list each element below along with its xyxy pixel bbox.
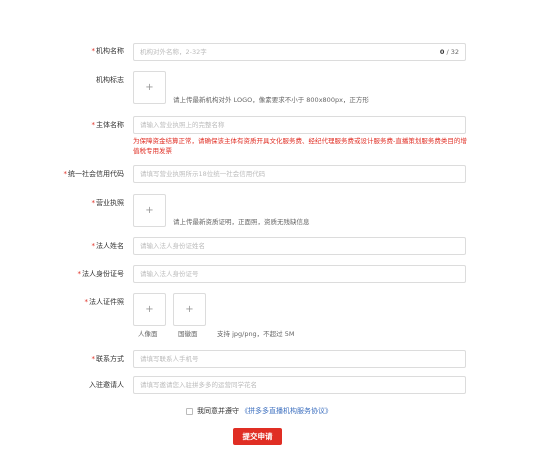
entity-name-warning: 为保障资金结算正常，请确保该主体有资质开具文化服务费、经纪代理服务费或设计服务费…	[133, 137, 467, 155]
org-name-placeholder: 机构对外名称，2-32字	[140, 48, 207, 56]
contact-label: *联系方式	[91, 355, 125, 363]
id-front-upload-button[interactable]: +	[133, 293, 166, 326]
inviter-label: 入驻邀请人	[89, 381, 124, 389]
org-name-input[interactable]: 机构对外名称，2-32字 0 / 32	[133, 43, 466, 61]
legal-name-placeholder: 请输入法人身份证姓名	[140, 242, 205, 250]
submit-button[interactable]: 提交申请	[233, 428, 282, 445]
contact-input[interactable]: 请填写联系人手机号	[133, 350, 466, 368]
legal-name-input[interactable]: 请输入法人身份证姓名	[133, 237, 466, 255]
required-mark: *	[84, 298, 89, 306]
id-front-caption: 人像面	[138, 330, 158, 338]
business-license-hint: 请上传最新资质证明，正面照，资质无残缺信息	[173, 218, 310, 226]
id-back-upload-button[interactable]: +	[173, 293, 206, 326]
credit-code-input[interactable]: 请填写营业执照所示18位统一社会信用代码	[133, 165, 466, 183]
required-mark: *	[91, 47, 96, 55]
id-photos-hint: 支持 jpg/png，不超过 5M	[217, 330, 295, 338]
inviter-placeholder: 请填写邀请您入驻拼多多的运营同学花名	[140, 381, 257, 389]
plus-icon: +	[185, 304, 194, 315]
id-back-caption: 国徽面	[178, 330, 198, 338]
agreement-text: 我同意并遵守	[197, 407, 239, 415]
legal-id-label: *法人身份证号	[77, 270, 125, 278]
agreement-row: 我同意并遵守 《拼多多直播机构服务协议》	[186, 405, 332, 417]
entity-name-input[interactable]: 请输入营业执照上的完整名称	[133, 116, 466, 134]
org-name-label: *机构名称	[91, 47, 125, 55]
entity-name-placeholder: 请输入营业执照上的完整名称	[140, 121, 225, 129]
inviter-input[interactable]: 请填写邀请您入驻拼多多的运营同学花名	[133, 376, 466, 394]
required-mark: *	[91, 355, 96, 363]
plus-icon: +	[145, 304, 154, 315]
plus-icon: +	[145, 82, 154, 93]
business-license-label: *营业执照	[91, 199, 125, 207]
org-name-char-counter: 0 / 32	[439, 48, 459, 56]
agreement-checkbox[interactable]	[186, 407, 193, 415]
legal-id-input[interactable]: 请输入法人身份证号	[133, 265, 466, 283]
legal-id-placeholder: 请输入法人身份证号	[140, 270, 199, 278]
business-license-upload-button[interactable]: +	[133, 194, 166, 227]
legal-id-photos-label: *法人证件照	[84, 298, 125, 306]
org-logo-upload-button[interactable]: +	[133, 71, 166, 104]
legal-name-label: *法人姓名	[91, 242, 125, 250]
entity-name-label: *主体名称	[91, 121, 125, 129]
required-mark: *	[91, 121, 96, 129]
plus-icon: +	[145, 205, 154, 216]
contact-placeholder: 请填写联系人手机号	[140, 355, 199, 363]
required-mark: *	[63, 170, 68, 178]
agreement-link[interactable]: 《拼多多直播机构服务协议》	[241, 406, 332, 416]
required-mark: *	[91, 242, 96, 250]
required-mark: *	[91, 199, 96, 207]
required-mark: *	[77, 270, 82, 278]
credit-code-label: *统一社会信用代码	[63, 170, 125, 178]
credit-code-placeholder: 请填写营业执照所示18位统一社会信用代码	[140, 170, 266, 178]
org-logo-label: 机构标志	[96, 76, 124, 84]
org-logo-hint: 请上传最新机构对外 LOGO，像素要求不小于 800x800px，正方形	[173, 96, 369, 104]
